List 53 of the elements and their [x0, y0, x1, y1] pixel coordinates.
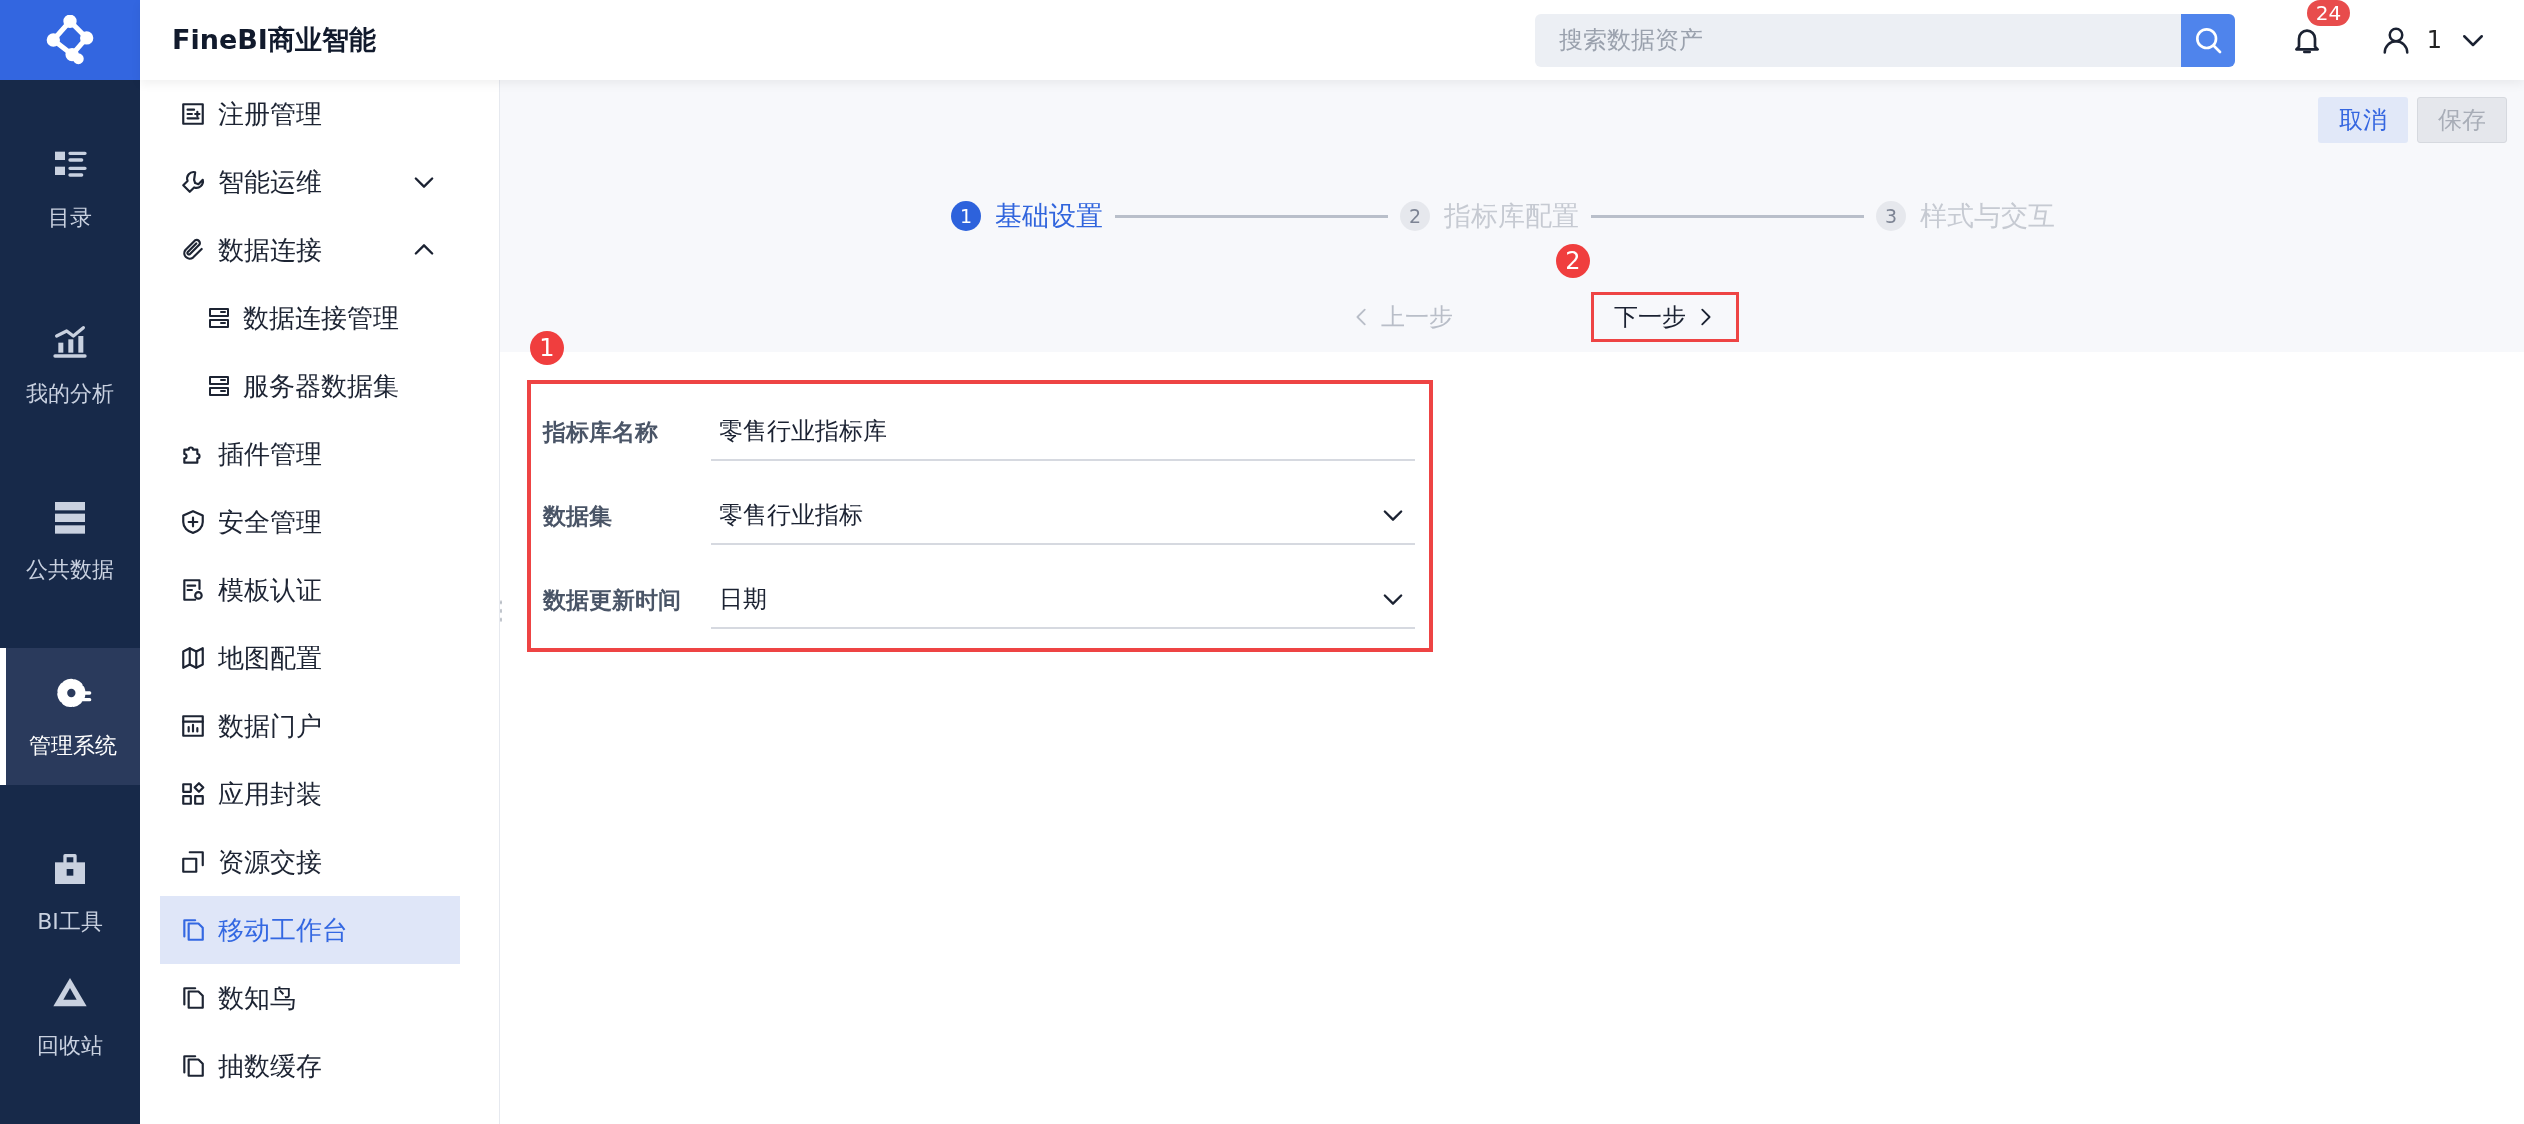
sidebar-item[interactable]: 插件管理 [160, 420, 460, 488]
field-label: 数据集 [543, 501, 613, 531]
pages-icon [180, 917, 206, 943]
server-icon [207, 306, 231, 330]
user-name[interactable]: 1 [2426, 26, 2442, 54]
sidebar-item[interactable]: 移动工作台 [160, 896, 460, 964]
step-number: 3 [1876, 201, 1906, 231]
blocks-icon [180, 849, 206, 875]
sidebar-item[interactable]: 抽数缓存 [160, 1032, 460, 1100]
step-number: 1 [951, 201, 981, 231]
grid-icon [180, 781, 206, 807]
map-icon [180, 645, 206, 671]
pages-icon [180, 1053, 206, 1079]
dashboard-icon [180, 713, 206, 739]
shield-icon [180, 509, 206, 535]
form-icon [180, 101, 206, 127]
sidebar-item[interactable]: 地图配置 [160, 624, 460, 692]
rail-item[interactable]: 目录 [0, 120, 140, 257]
rail-item[interactable]: 我的分析 [0, 296, 140, 433]
sidebar-item[interactable]: 服务器数据集 [160, 352, 460, 420]
cancel-button[interactable]: 取消 [2318, 97, 2408, 143]
wrench-icon [180, 169, 206, 195]
sidebar-item[interactable]: 模板认证 [160, 556, 460, 624]
sidebar-item[interactable]: 安全管理 [160, 488, 460, 556]
sidebar-item[interactable]: 数知鸟 [160, 964, 460, 1032]
field-label: 指标库名称 [543, 417, 659, 447]
certificate-icon [180, 577, 206, 603]
pages-icon [180, 985, 206, 1011]
rail-item[interactable]: 管理系统 [0, 648, 140, 785]
step-label: 基础设置 [995, 199, 1103, 233]
paperclip-icon [180, 237, 206, 263]
annotation-marker: 1 [530, 331, 564, 365]
server-icon [207, 374, 231, 398]
sidebar-item[interactable]: 注册管理 [160, 80, 460, 148]
input-field[interactable]: 零售行业指标库 [711, 403, 1415, 461]
dropdown-field[interactable]: 日期 [711, 571, 1415, 629]
sidebar-item[interactable]: 智能运维 [160, 148, 460, 216]
step-number: 2 [1400, 201, 1430, 231]
sidebar-item[interactable]: 数据连接 [160, 216, 460, 284]
search-button[interactable] [2180, 13, 2235, 67]
logo-icon [45, 15, 95, 65]
sidebar-item[interactable]: 资源交接 [160, 828, 460, 896]
search-field[interactable]: 搜索数据资产 [1534, 13, 2181, 67]
sidebar-item[interactable]: 数据连接管理 [160, 284, 460, 352]
app-title: FineBI商业智能 [172, 23, 376, 57]
next-button[interactable]: 下一步 [1604, 301, 1726, 333]
sidebar-item[interactable]: 数据门户 [160, 692, 460, 760]
drag-handle-icon [497, 598, 505, 624]
dropdown-field[interactable]: 零售行业指标 [711, 487, 1415, 545]
sidebar-item[interactable]: 应用封装 [160, 760, 460, 828]
notification-badge: 24 [2306, 0, 2351, 26]
field-label: 数据更新时间 [543, 585, 682, 615]
rail-item[interactable]: 公共数据 [0, 472, 140, 609]
